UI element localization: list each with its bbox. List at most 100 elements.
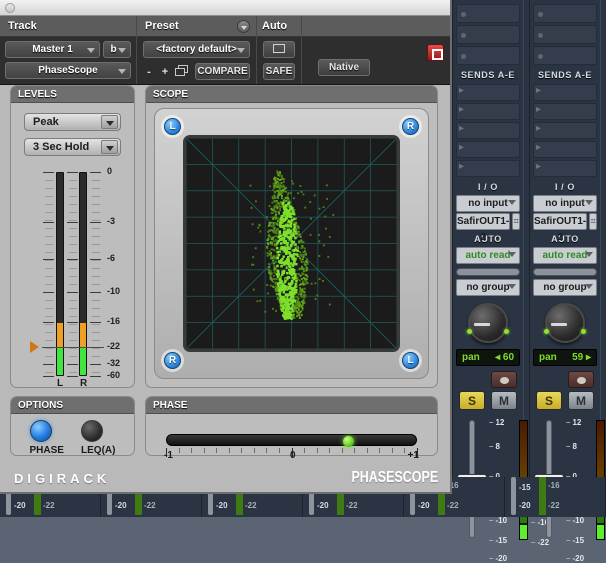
pan-label: pan: [462, 352, 480, 363]
leqa-led-icon[interactable]: [81, 420, 104, 442]
option-phase[interactable]: PHASE: [29, 420, 64, 456]
record-enable-button[interactable]: [491, 371, 517, 388]
insert-slot[interactable]: [456, 25, 520, 44]
levels-hold-select[interactable]: 3 Sec Hold: [24, 138, 121, 156]
phase-meter[interactable]: -1 0 +1: [146, 414, 437, 461]
bottom-meter-label: -22: [548, 501, 560, 510]
insert-slot[interactable]: [533, 46, 597, 65]
pan-led-right-icon: [581, 329, 586, 334]
fader-scale-label: -20: [566, 554, 584, 563]
levels-mode-select[interactable]: Peak: [24, 113, 121, 131]
bottom-strip[interactable]: -15 -20 -16 -22: [505, 477, 606, 517]
pan-knob[interactable]: [467, 303, 509, 343]
phase-tick: [216, 448, 218, 453]
output-pin-icon[interactable]: ⌗: [512, 213, 520, 230]
copy-icon[interactable]: [175, 65, 191, 78]
solo-button[interactable]: S: [536, 391, 562, 410]
meter-minor-tick: [69, 316, 77, 317]
send-slot[interactable]: [533, 160, 597, 177]
meter-minor-tick: [45, 300, 53, 301]
phase-led-icon[interactable]: [29, 420, 52, 442]
phase-title: PHASE: [146, 397, 437, 414]
input-select[interactable]: no input: [533, 195, 597, 212]
meter-tick: [90, 364, 101, 365]
preset-plus-button[interactable]: +: [159, 66, 171, 78]
mixer-strip-2[interactable]: SENDS A-E I / O no inputSafirOUT1-2⌗ AUTO au…: [529, 0, 605, 563]
track-select[interactable]: Master 1: [5, 41, 100, 58]
input-select[interactable]: no input: [456, 195, 520, 212]
phase-panel: PHASE -1 0 +1: [145, 396, 438, 461]
solo-button[interactable]: S: [459, 391, 485, 410]
fader-scale-label: -15: [566, 536, 584, 545]
channel-label-l: L: [57, 378, 64, 389]
pan-display[interactable]: pan ◂ 60: [456, 349, 520, 366]
phase-bar[interactable]: [166, 434, 417, 447]
send-slot[interactable]: [533, 141, 597, 158]
meter-minor-tick: [92, 236, 100, 237]
scope-corner-bottom-right: L: [402, 352, 419, 369]
meter-minor-tick: [92, 220, 100, 221]
insert-slot[interactable]: [456, 4, 520, 23]
pan-value: 59 ▸: [572, 352, 591, 363]
send-slot[interactable]: [456, 84, 520, 101]
io-header: I / O: [477, 182, 498, 192]
meter-tick: [90, 322, 101, 323]
group-select[interactable]: no group: [533, 279, 597, 296]
send-slot[interactable]: [533, 84, 597, 101]
scope-display[interactable]: [183, 135, 400, 352]
meter-tick: [67, 376, 78, 377]
window-titlebar[interactable]: [0, 0, 450, 16]
pan-display[interactable]: pan 59 ▸: [533, 349, 597, 366]
preset-menu-icon[interactable]: [237, 20, 250, 33]
pan-knob[interactable]: [544, 303, 586, 343]
bottom-meter-label: -16: [548, 481, 560, 490]
track-caption: Track: [0, 16, 136, 37]
level-meter-bar: [79, 172, 87, 376]
peak-hold-marker: [30, 341, 39, 353]
preset-select[interactable]: <factory default>: [143, 41, 250, 58]
output-select[interactable]: SafirOUT1-2: [533, 213, 588, 243]
record-enable-button[interactable]: [568, 371, 594, 388]
mute-button[interactable]: M: [491, 391, 517, 410]
compare-button[interactable]: COMPARE: [195, 63, 250, 80]
chevron-down-icon: [585, 252, 593, 257]
meter-minor-tick: [45, 316, 53, 317]
insert-slot[interactable]: [533, 4, 597, 23]
meter-minor-tick: [92, 196, 100, 197]
send-slot[interactable]: [456, 141, 520, 158]
plugin-active-icon[interactable]: [427, 44, 444, 61]
meter-minor-tick: [92, 276, 100, 277]
meter-minor-tick: [69, 324, 77, 325]
chevron-down-icon: [87, 48, 95, 53]
automation-mode-select[interactable]: auto read: [456, 247, 520, 264]
group-select[interactable]: no group: [456, 279, 520, 296]
mute-button[interactable]: M: [568, 391, 594, 410]
option-leqa[interactable]: LEQ(A): [81, 420, 115, 456]
preset-minus-button[interactable]: -: [143, 66, 155, 78]
levels-scale-label: -22: [107, 341, 121, 351]
plugin-select[interactable]: PhaseScope: [5, 62, 131, 79]
safe-button[interactable]: SAFE: [263, 63, 295, 80]
send-slot[interactable]: [533, 103, 597, 120]
phase-tick: [228, 448, 230, 453]
window-close-button[interactable]: [5, 3, 15, 13]
bypass-select[interactable]: b: [103, 41, 131, 58]
send-slot[interactable]: [456, 122, 520, 139]
insert-slot[interactable]: [456, 46, 520, 65]
send-slot[interactable]: [533, 122, 597, 139]
output-pin-icon[interactable]: ⌗: [589, 213, 597, 230]
mixer-strip-1[interactable]: SENDS A-E I / O no inputSafirOUT1-2⌗ AUTO au…: [452, 0, 549, 563]
send-slot[interactable]: [456, 160, 520, 177]
automation-mode-select[interactable]: auto read: [533, 247, 597, 264]
levels-scale-label: -3: [107, 216, 116, 226]
phase-tick: [241, 448, 243, 453]
insert-slot[interactable]: [533, 25, 597, 44]
levels-scale-label: -6: [107, 253, 116, 263]
send-slot[interactable]: [456, 103, 520, 120]
bottom-fader[interactable]: [511, 477, 516, 515]
strip-divider: [533, 268, 597, 276]
automation-icon[interactable]: [263, 41, 295, 58]
meter-minor-tick: [69, 212, 77, 213]
levels-scale-label: 0: [107, 166, 113, 176]
output-select[interactable]: SafirOUT1-2: [456, 213, 511, 243]
